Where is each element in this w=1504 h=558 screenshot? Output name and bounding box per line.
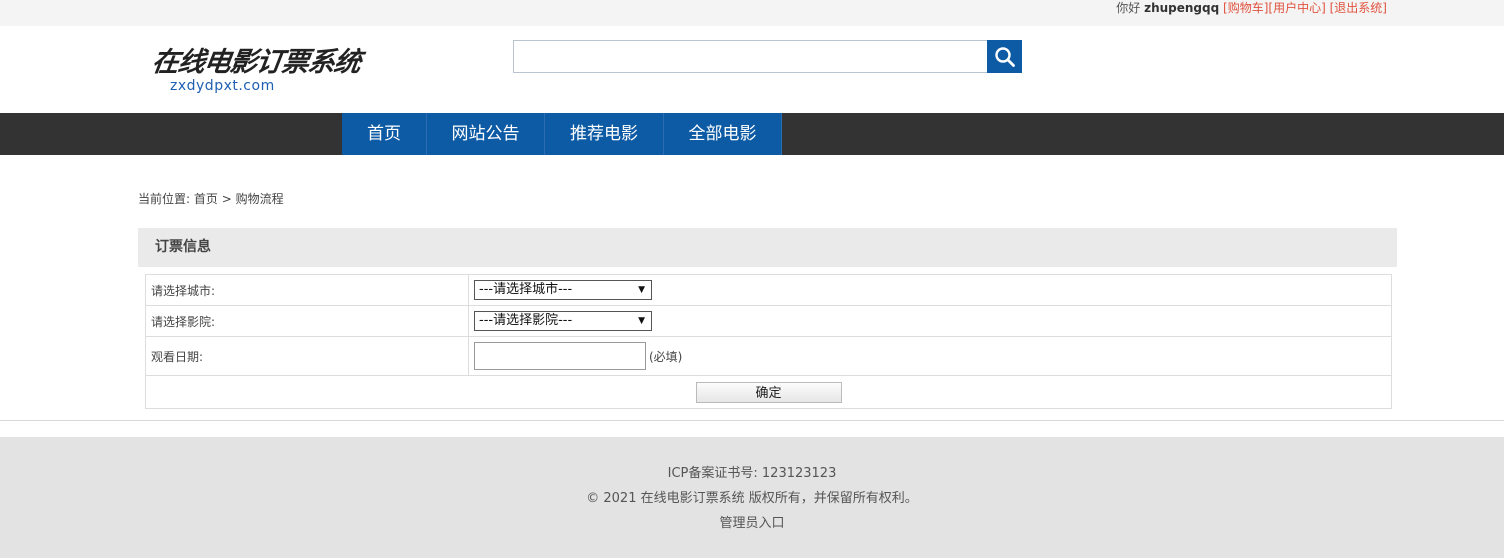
admin-link[interactable]: 管理员入口 bbox=[0, 512, 1504, 531]
breadcrumb-current: 购物流程 bbox=[235, 192, 284, 206]
required-hint: (必填) bbox=[649, 349, 683, 364]
breadcrumb-separator: > bbox=[221, 192, 232, 206]
site-logo[interactable]: 在线电影订票系统 zxdydpxt.com bbox=[149, 47, 363, 100]
cart-link[interactable]: [购物车] bbox=[1223, 1, 1268, 15]
city-select-value: ---请选择城市--- bbox=[479, 282, 573, 297]
username: zhupengqq bbox=[1144, 1, 1220, 15]
search-bar bbox=[513, 40, 1022, 73]
main-nav: 首页 网站公告 推荐电影 全部电影 bbox=[0, 113, 1504, 155]
top-bar: 你好 zhupengqq [购物车][用户中心] [退出系统] bbox=[0, 0, 1504, 26]
copyright-text: © 2021 在线电影订票系统 版权所有，并保留所有权利。 bbox=[586, 491, 918, 506]
header: 在线电影订票系统 zxdydpxt.com bbox=[0, 26, 1504, 113]
nav-announcements[interactable]: 网站公告 bbox=[427, 113, 545, 155]
search-button[interactable] bbox=[987, 40, 1022, 73]
confirm-button[interactable]: 确定 bbox=[695, 381, 842, 403]
cinema-row: 请选择影院: ---请选择影院--- ▼ bbox=[145, 305, 1392, 337]
date-cell: (必填) bbox=[468, 336, 1392, 376]
greeting: 你好 bbox=[1116, 1, 1141, 15]
icp-text: ICP备案证书号: 123123123 bbox=[667, 466, 837, 481]
submit-row: 确定 bbox=[145, 375, 1392, 409]
date-label: 观看日期: bbox=[145, 336, 469, 376]
cinema-select-value: ---请选择影院--- bbox=[479, 313, 573, 328]
nav-all-movies[interactable]: 全部电影 bbox=[664, 113, 782, 155]
city-label: 请选择城市: bbox=[145, 274, 469, 306]
logout-link[interactable]: [退出系统] bbox=[1330, 1, 1387, 15]
search-input[interactable] bbox=[513, 40, 987, 73]
date-row: 观看日期: (必填) bbox=[145, 336, 1392, 376]
cinema-cell: ---请选择影院--- ▼ bbox=[468, 305, 1392, 337]
dropdown-arrow-icon: ▼ bbox=[638, 316, 645, 326]
booking-form: 请选择城市: ---请选择城市--- ▼ 请选择影院: ---请选择影院--- … bbox=[145, 274, 1392, 409]
city-cell: ---请选择城市--- ▼ bbox=[468, 274, 1392, 306]
nav-home[interactable]: 首页 bbox=[342, 113, 427, 155]
divider bbox=[0, 420, 1504, 421]
footer: ICP备案证书号: 123123123 © 2021 在线电影订票系统 版权所有… bbox=[0, 437, 1504, 558]
panel-title: 订票信息 bbox=[138, 228, 1397, 267]
dropdown-arrow-icon: ▼ bbox=[638, 285, 645, 295]
submit-cell: 确定 bbox=[145, 375, 1392, 409]
logo-domain: zxdydpxt.com bbox=[170, 78, 275, 94]
cinema-label: 请选择影院: bbox=[145, 305, 469, 337]
nav-recommended-movies[interactable]: 推荐电影 bbox=[545, 113, 664, 155]
user-center-link[interactable]: [用户中心] bbox=[1268, 1, 1325, 15]
booking-panel: 订票信息 bbox=[138, 228, 1397, 267]
search-icon bbox=[994, 46, 1015, 67]
user-info: 你好 zhupengqq [购物车][用户中心] [退出系统] bbox=[1116, 0, 1387, 16]
logo-text: 在线电影订票系统 bbox=[149, 47, 363, 78]
cinema-select[interactable]: ---请选择影院--- ▼ bbox=[474, 311, 652, 331]
breadcrumb: 当前位置: 首页 > 购物流程 bbox=[138, 190, 284, 207]
date-input[interactable] bbox=[474, 342, 646, 370]
city-row: 请选择城市: ---请选择城市--- ▼ bbox=[145, 274, 1392, 306]
breadcrumb-home[interactable]: 首页 bbox=[194, 192, 218, 206]
breadcrumb-prefix: 当前位置: bbox=[138, 192, 191, 206]
city-select[interactable]: ---请选择城市--- ▼ bbox=[474, 280, 652, 300]
